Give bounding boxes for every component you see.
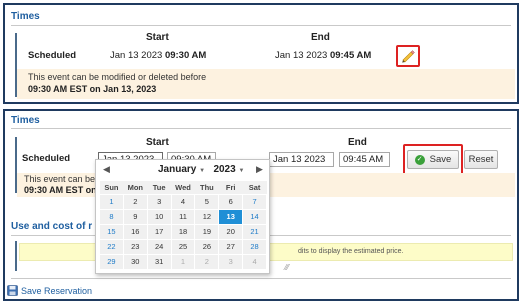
calendar-day[interactable]: 26 [194, 238, 220, 255]
calendar-day[interactable]: 23 [122, 238, 148, 255]
calendar-day[interactable]: 8 [99, 208, 124, 225]
year-label: 2023 [213, 164, 236, 175]
calendar-day[interactable]: 15 [99, 223, 124, 240]
calendar-day[interactable]: 20 [218, 223, 244, 240]
calendar-day[interactable]: 3 [146, 193, 172, 210]
calendar-day[interactable]: 21 [242, 223, 267, 240]
section-divider [11, 128, 511, 129]
pencil-icon[interactable] [400, 49, 416, 63]
calendar-week-row: 22 23 24 25 26 27 28 [99, 238, 267, 255]
calendar-day[interactable]: 6 [218, 193, 244, 210]
floppy-disk-icon [7, 285, 18, 296]
calendar-grid: Sun Mon Tue Wed Thu Fri Sat 1 2 3 4 5 6 7 8 9 10 11 12 13 14… [99, 181, 267, 270]
calendar-day[interactable]: 11 [170, 208, 196, 225]
weekday-header: Wed [171, 181, 195, 194]
end-time-text: 09:45 AM [329, 50, 372, 61]
calendar-day[interactable]: 4 [242, 253, 267, 270]
start-time-text: 09:30 AM [164, 50, 207, 61]
year-select[interactable]: 2023 ▼ [213, 164, 244, 175]
start-column-header: Start [146, 32, 169, 43]
calendar-day[interactable]: 31 [146, 253, 172, 270]
month-select[interactable]: January ▼ [158, 164, 205, 175]
start-datetime: Jan 13 2023 09:30 AM [110, 50, 206, 61]
triangle-right-icon[interactable]: ▶ [256, 164, 263, 175]
calendar-day[interactable]: 12 [194, 208, 220, 225]
note-text: This event can be [24, 174, 96, 184]
calendar-week-row: 8 9 10 11 12 13 14 [99, 208, 267, 225]
end-date-input[interactable]: Jan 13 2023 [269, 152, 334, 167]
use-and-cost-section-title: Use and cost of r [11, 221, 93, 232]
scheduled-label: Scheduled [22, 153, 71, 164]
note-text: This event can be modified or deleted be… [28, 72, 207, 82]
end-column-header: End [348, 137, 367, 148]
start-date-text: Jan 13 2023 [110, 50, 163, 61]
loading-spinner-icon: ⁄⁄⁄ [285, 263, 290, 272]
save-button-label: Save [429, 154, 452, 165]
calendar-day[interactable]: 2 [194, 253, 220, 270]
save-reservation-button[interactable]: Save Reservation [7, 283, 99, 298]
end-time-input[interactable]: 09:45 AM [339, 152, 390, 167]
times-section-title: Times [11, 115, 40, 126]
check-circle-icon: ✓ [414, 154, 425, 165]
left-accent-bar [15, 241, 17, 271]
save-reservation-label: Save Reservation [21, 285, 93, 296]
calendar-day[interactable]: 30 [122, 253, 148, 270]
calendar-day[interactable]: 28 [242, 238, 267, 255]
calendar-day[interactable]: 4 [170, 193, 196, 210]
calendar-day[interactable]: 27 [218, 238, 244, 255]
calendar-day[interactable]: 7 [242, 193, 267, 210]
calendar-day[interactable]: 1 [99, 193, 124, 210]
start-column-header: Start [146, 137, 169, 148]
calendar-day[interactable]: 19 [194, 223, 220, 240]
calendar-day[interactable]: 29 [99, 253, 124, 270]
month-caret-icon: ▼ [199, 168, 206, 174]
times-section-title: Times [11, 11, 40, 22]
date-picker-popup: ◀ January ▼ 2023 ▼ ▶ Sun Mon Tue Wed Thu Fri S… [95, 159, 270, 274]
calendar-week-row: 29 30 31 1 2 3 4 [99, 253, 267, 270]
calendar-day[interactable]: 14 [242, 208, 267, 225]
end-datetime: Jan 13 2023 09:45 AM [275, 50, 371, 61]
calendar-header: January ▼ 2023 ▼ [158, 164, 244, 175]
weekday-header: Tue [147, 181, 172, 194]
calendar-day[interactable]: 17 [146, 223, 172, 240]
estimate-text: dits to display the estimated price. [298, 248, 404, 255]
weekday-header: Thu [194, 181, 219, 194]
weekday-header: Mon [123, 181, 148, 194]
year-caret-icon: ▼ [238, 168, 245, 174]
calendar-day[interactable]: 9 [122, 208, 148, 225]
section-divider [11, 25, 511, 26]
reset-button[interactable]: Reset [464, 150, 498, 169]
calendar-day[interactable]: 24 [146, 238, 172, 255]
scheduled-label: Scheduled [28, 50, 77, 61]
save-button[interactable]: ✓ Save [407, 150, 459, 169]
calendar-day[interactable]: 2 [122, 193, 148, 210]
calendar-day[interactable]: 16 [122, 223, 148, 240]
weekday-header: Sat [242, 181, 267, 194]
weekday-header: Sun [99, 181, 124, 194]
calendar-day[interactable]: 5 [194, 193, 220, 210]
times-view-panel: Times Start End Scheduled Jan 13 2023 09… [3, 3, 519, 104]
calendar-day-selected[interactable]: 13 [218, 208, 244, 225]
note-deadline: 09:30 AM EST on Jan 13, 2023 [28, 84, 157, 94]
triangle-left-icon[interactable]: ◀ [103, 164, 110, 175]
calendar-day[interactable]: 3 [218, 253, 244, 270]
calendar-day[interactable]: 18 [170, 223, 196, 240]
calendar-week-row: 15 16 17 18 19 20 21 [99, 223, 267, 240]
end-date-text: Jan 13 2023 [275, 50, 328, 61]
section-divider [11, 278, 511, 279]
calendar-day[interactable]: 22 [99, 238, 124, 255]
month-label: January [158, 164, 197, 175]
calendar-day[interactable]: 25 [170, 238, 196, 255]
note-deadline: 09:30 AM EST on [24, 185, 97, 195]
calendar-day[interactable]: 1 [170, 253, 196, 270]
calendar-day[interactable]: 10 [146, 208, 172, 225]
weekday-header: Fri [218, 181, 243, 194]
calendar-week-row: 1234567 [99, 193, 267, 210]
end-column-header: End [311, 32, 330, 43]
